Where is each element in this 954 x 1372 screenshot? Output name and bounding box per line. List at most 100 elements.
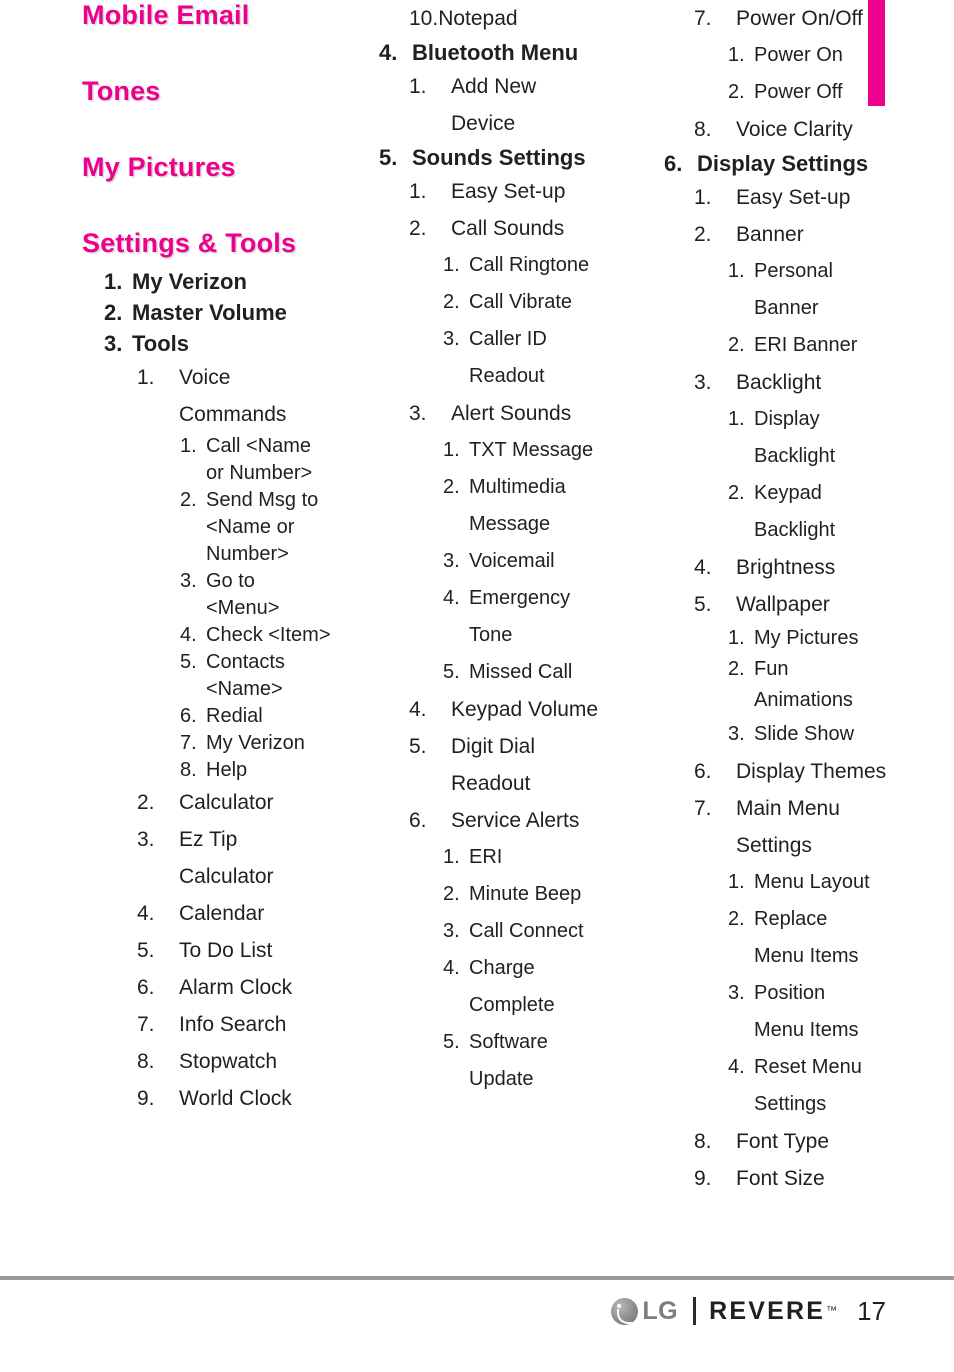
menu-item-label: Voice Commands <box>179 359 372 433</box>
menu-item-lvl2: 5. Digit Dial Readout <box>409 728 665 802</box>
menu-item-label: Wallpaper <box>736 586 950 623</box>
menu-item-number: 6. <box>409 809 427 832</box>
menu-item-label-continuation: Readout <box>469 365 545 387</box>
menu-item-label-line: Notepad <box>438 7 518 30</box>
menu-item-lvl2: 4. Keypad Volume <box>409 691 665 728</box>
menu-item-number: 2. <box>728 908 745 930</box>
menu-item-number: 3. <box>728 982 745 1004</box>
menu-item-lvl3: 3. Position Menu Items <box>728 975 950 1049</box>
menu-tree-columns: Mobile Email Tones My Pictures Settings & T… <box>0 0 954 1250</box>
menu-item-label-line: Multimedia <box>469 476 566 498</box>
menu-item-number: 3. <box>443 328 460 350</box>
menu-item-label-line: Alarm Clock <box>179 976 293 999</box>
menu-item-lvl1: 6. Display Settings <box>664 148 950 179</box>
menu-item-number: 1. <box>728 627 745 649</box>
menu-item-label: Font Type <box>736 1123 950 1160</box>
trademark-icon: ™ <box>826 1305 838 1317</box>
menu-item-label-line: Master Volume <box>132 300 287 325</box>
logo-divider <box>693 1297 697 1325</box>
menu-item-number: 5. <box>379 145 398 170</box>
menu-item-number: 1. <box>728 871 745 893</box>
menu-item-number: 2. <box>728 334 745 356</box>
menu-item-number: 8. <box>180 759 197 781</box>
menu-item-label: Redial <box>206 703 372 730</box>
menu-item-lvl2: 6. Display Themes <box>694 753 950 790</box>
menu-item-label-line: Missed Call <box>469 661 573 683</box>
menu-item-label-line: Software <box>469 1031 548 1053</box>
menu-item-label: Master Volume <box>132 297 372 328</box>
menu-item-label-line: My Verizon <box>132 269 247 294</box>
menu-item-label: To Do List <box>179 932 372 969</box>
menu-item-number: 5. <box>180 651 197 673</box>
menu-item-label-line: Main Menu <box>736 797 840 820</box>
menu-item-number: 2. <box>443 291 460 313</box>
menu-item-label-line: Replace <box>754 908 828 930</box>
menu-item-label-line: Personal <box>754 260 833 282</box>
menu-item-label-continuation: Calculator <box>179 865 274 888</box>
menu-item-label: Voicemail <box>469 543 665 580</box>
menu-item-number: 3. <box>443 920 460 942</box>
menu-item-lvl3: 3. Go to <Menu> <box>180 568 372 622</box>
menu-item-number: 5. <box>443 1031 460 1053</box>
menu-item-label: Sounds Settings <box>412 142 665 173</box>
menu-item-lvl2: 1. Easy Set-up <box>694 179 950 216</box>
menu-item-lvl3: 3. Voicemail <box>443 543 665 580</box>
menu-item-label: Emergency Tone <box>469 580 665 654</box>
menu-item-label: Check <Item> <box>206 622 372 649</box>
menu-item-lvl3: 2. Power Off <box>728 74 950 111</box>
menu-item-number: 2. <box>443 476 460 498</box>
page-number: 17 <box>857 1296 886 1326</box>
menu-item-lvl3: 8. Help <box>180 757 372 784</box>
menu-column-3: 7. Power On/Off 1. Power On 2. Power Off 8. Voi… <box>660 0 950 1197</box>
heading-spacer <box>82 106 372 152</box>
menu-item-lvl2: 8. Stopwatch <box>137 1043 372 1080</box>
menu-item-lvl2: 7. Info Search <box>137 1006 372 1043</box>
menu-item-label: Caller ID Readout <box>469 321 665 395</box>
menu-item-label: Display Backlight <box>754 401 950 475</box>
menu-item-number: 6. <box>137 976 155 999</box>
menu-item-label-line: Digit Dial <box>451 735 536 758</box>
menu-item-label-line: Alert Sounds <box>451 402 572 425</box>
menu-item-label-line: Stopwatch <box>179 1050 278 1073</box>
menu-item-label-line: Position <box>754 982 826 1004</box>
menu-item-label-continuation: Number> <box>206 543 289 565</box>
menu-item-label: Stopwatch <box>179 1043 372 1080</box>
menu-item-lvl2: 8. Font Type <box>694 1123 950 1160</box>
menu-item-lvl3: 5. Software Update <box>443 1024 665 1098</box>
menu-item-label: Keypad Backlight <box>754 475 950 549</box>
menu-item-number: 1. <box>443 846 460 868</box>
menu-item-lvl3: 4. Emergency Tone <box>443 580 665 654</box>
menu-item-label: Replace Menu Items <box>754 901 950 975</box>
menu-item-label: Banner <box>736 216 950 253</box>
menu-item-lvl2: 7. Power On/Off <box>694 0 950 37</box>
menu-item-number: 10. <box>409 7 439 30</box>
menu-item-label: Easy Set-up <box>451 173 665 210</box>
menu-item-number: 1. <box>728 44 745 66</box>
menu-item-lvl2: 8. Voice Clarity <box>694 111 950 148</box>
menu-item-label: Bluetooth Menu <box>412 37 665 68</box>
menu-item-label-line: Power Off <box>754 81 843 103</box>
menu-item-label-line: Contacts <box>206 651 285 673</box>
menu-item-lvl1: 2. Master Volume <box>104 297 372 328</box>
menu-item-label-line: Check <Item> <box>206 624 331 646</box>
menu-item-label-continuation: Message <box>469 513 551 535</box>
menu-item-number: 1. <box>443 439 460 461</box>
menu-item-label: Call <Name or Number> <box>206 433 372 487</box>
menu-item-label: ERI Banner <box>754 327 950 364</box>
menu-item-label-line: Keypad Volume <box>451 698 599 721</box>
menu-item-label-line: Power On <box>754 44 843 66</box>
menu-item-number: 4. <box>379 40 398 65</box>
menu-item-number: 7. <box>180 732 197 754</box>
menu-item-label: World Clock <box>179 1080 372 1117</box>
menu-item-label-line: Call Connect <box>469 920 584 942</box>
menu-item-lvl2: 2. Banner <box>694 216 950 253</box>
menu-item-lvl3: 2. ERI Banner <box>728 327 950 364</box>
menu-item-number: 2. <box>728 81 745 103</box>
menu-item-number: 2. <box>409 217 427 240</box>
menu-item-label: Menu Layout <box>754 864 950 901</box>
menu-item-label-line: Call <Name <box>206 435 312 457</box>
section-heading: My Pictures <box>82 152 236 182</box>
menu-item-number: 3. <box>694 371 712 394</box>
menu-column-1: Mobile Email Tones My Pictures Settings & T… <box>82 0 372 1117</box>
menu-item-label: Power On <box>754 37 950 74</box>
